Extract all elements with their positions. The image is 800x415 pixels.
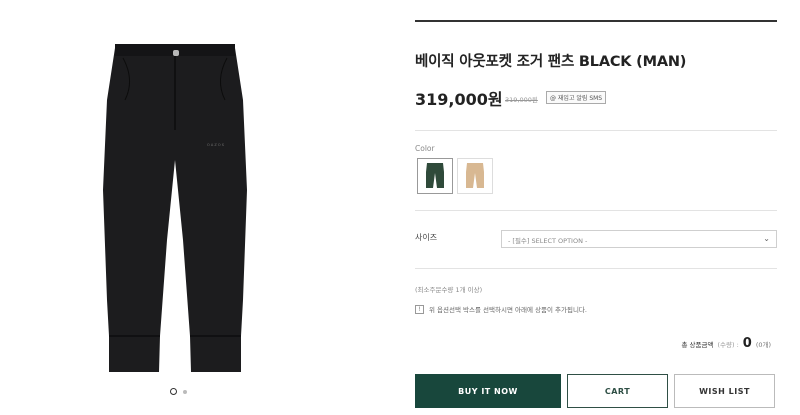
color-swatch-green[interactable] <box>417 158 453 194</box>
gallery-dot-active[interactable] <box>170 388 177 395</box>
gallery-pagination <box>170 388 187 395</box>
size-label: 사이즈 <box>415 233 438 242</box>
wish-list-button[interactable]: WISH LIST <box>674 374 775 408</box>
total-count: (0개) <box>755 341 771 349</box>
option-notice: ! 위 옵션선택 박스를 선택하시면 아래에 상품이 추가됩니다. <box>415 304 587 314</box>
product-price: 319,000원 <box>415 90 503 109</box>
info-icon: ! <box>415 304 424 314</box>
restock-alert-button[interactable]: @ 재입고 알림 SMS <box>546 91 607 104</box>
pants-logo-text: O A Z O S <box>207 143 225 147</box>
original-price: 319,000원 <box>505 96 538 104</box>
total-qty-label: (수량) : <box>717 341 739 349</box>
product-gallery: O A Z O S <box>0 0 395 415</box>
product-title: 베이직 아웃포켓 조거 팬츠 BLACK (MAN) <box>415 54 687 70</box>
cart-button[interactable]: CART <box>567 374 668 408</box>
divider <box>415 130 777 131</box>
divider <box>415 268 777 269</box>
color-label: Color <box>415 144 435 153</box>
total-label: 총 상품금액 <box>681 341 714 349</box>
chevron-down-icon: ⌄ <box>763 234 770 243</box>
color-swatch-beige[interactable] <box>457 158 493 194</box>
product-image[interactable]: O A Z O S <box>95 40 255 380</box>
gallery-dot[interactable] <box>183 389 187 394</box>
min-order-quantity: (최소주문수량 1개 이상) <box>415 286 483 294</box>
option-notice-text: 위 옵션선택 박스를 선택하시면 아래에 상품이 추가됩니다. <box>429 306 587 314</box>
product-info-panel: 베이직 아웃포켓 조거 팬츠 BLACK (MAN) 319,000원 319,… <box>415 0 777 415</box>
size-select-placeholder: - [필수] SELECT OPTION - <box>508 237 588 245</box>
total-price: 총 상품금액 (수량) : 0 (0개) <box>682 336 772 351</box>
size-select[interactable]: - [필수] SELECT OPTION - ⌄ <box>501 230 777 248</box>
divider <box>415 210 777 211</box>
buy-now-button[interactable]: BUY IT NOW <box>415 374 561 408</box>
total-amount: 0 <box>742 336 752 351</box>
green-pants-thumbnail <box>426 163 444 188</box>
beige-pants-thumbnail <box>466 163 484 188</box>
top-divider <box>415 20 777 22</box>
